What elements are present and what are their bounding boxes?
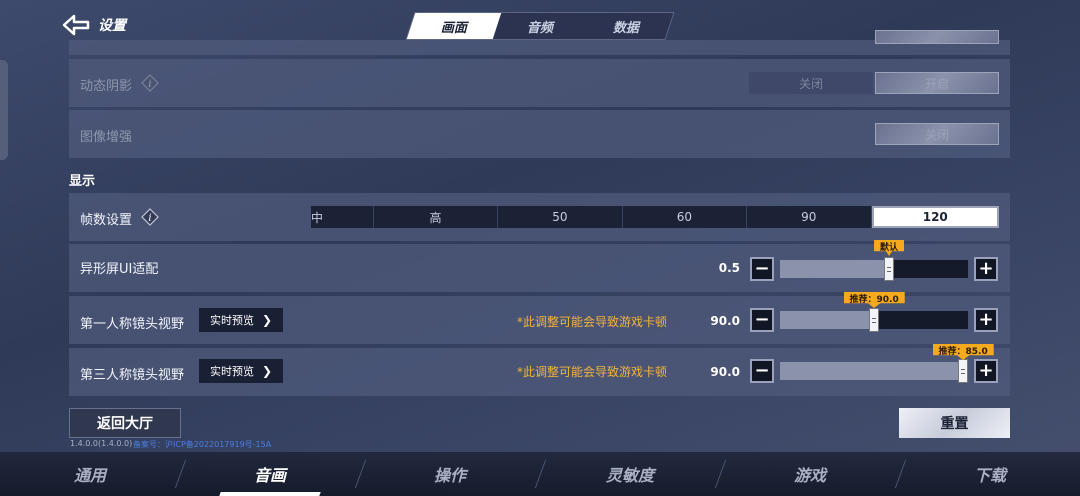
fps-option[interactable]: 高 bbox=[374, 206, 499, 228]
row-label: 第三人称镜头视野 bbox=[80, 368, 185, 383]
row-label: 动态阴影 bbox=[80, 79, 133, 94]
tab-audio[interactable]: 音频 bbox=[493, 13, 587, 39]
preview-label: 实时预览 bbox=[209, 314, 254, 327]
increase-button[interactable]: + bbox=[974, 257, 998, 281]
row-tpp-fov: 第三人称镜头视野 实时预览 ❯ *此调整可能会导致游戏卡顿 90.0 − 推荐：… bbox=[69, 344, 1010, 396]
live-preview-button[interactable]: 实时预览 ❯ bbox=[199, 308, 283, 332]
slider-value: 90.0 bbox=[710, 314, 740, 328]
back-label: 设置 bbox=[98, 18, 126, 34]
preview-label: 实时预览 bbox=[209, 365, 254, 378]
toggle-option[interactable]: 关闭 bbox=[875, 123, 999, 145]
toggle-off-option[interactable]: 关闭 bbox=[749, 72, 873, 94]
nav-controls[interactable]: 操作 bbox=[360, 452, 540, 496]
slider-track[interactable] bbox=[780, 359, 968, 383]
version-text: 1.4.0.0(1.4.0.0) bbox=[70, 439, 133, 448]
chevron-right-icon: ❯ bbox=[261, 364, 273, 378]
recommended-tag: 推荐：90.0 bbox=[843, 292, 905, 308]
tab-label: 音频 bbox=[526, 20, 553, 36]
slider-handle[interactable] bbox=[884, 257, 895, 281]
side-handle[interactable] bbox=[0, 60, 8, 160]
icp-link[interactable]: 备案号：沪ICP备2022017919号-15A bbox=[133, 439, 271, 450]
live-preview-button[interactable]: 实时预览 ❯ bbox=[199, 359, 283, 383]
cut-off-toggle[interactable] bbox=[875, 30, 999, 44]
fps-option[interactable]: 90 bbox=[747, 206, 872, 228]
increase-button[interactable]: + bbox=[974, 359, 998, 383]
row-dynamic-shadow: 动态阴影 i 关闭 开启 bbox=[69, 59, 1010, 107]
info-icon[interactable]: i bbox=[141, 74, 159, 92]
decrease-button[interactable]: − bbox=[750, 257, 774, 281]
tab-label: 数据 bbox=[612, 20, 639, 36]
reset-button[interactable]: 重置 bbox=[899, 408, 1010, 438]
decrease-button[interactable]: − bbox=[750, 308, 774, 332]
svg-text:i: i bbox=[148, 213, 151, 224]
row-label: 帧数设置 bbox=[80, 213, 133, 228]
cut-off-row bbox=[69, 30, 1010, 55]
slider-handle[interactable] bbox=[958, 359, 968, 383]
bottom-nav: 通用 音画 操作 灵敏度 游戏 下载 bbox=[0, 452, 1080, 496]
fps-option[interactable]: 60 bbox=[623, 206, 748, 228]
fps-option[interactable]: 中 bbox=[311, 206, 374, 228]
back-arrow-icon bbox=[62, 14, 90, 36]
fps-option[interactable]: 50 bbox=[498, 206, 623, 228]
slider-fill bbox=[780, 260, 890, 278]
decrease-button[interactable]: − bbox=[750, 359, 774, 383]
warning-text: *此调整可能会导致游戏卡顿 bbox=[517, 315, 668, 329]
slider-track[interactable] bbox=[780, 308, 968, 332]
nav-audio-video[interactable]: 音画 bbox=[180, 452, 360, 496]
row-fpp-fov: 第一人称镜头视野 实时预览 ❯ *此调整可能会导致游戏卡顿 90.0 − 推荐：… bbox=[69, 292, 1010, 344]
row-label: 第一人称镜头视野 bbox=[80, 317, 185, 332]
row-image-enhance: 图像增强 关闭 bbox=[69, 110, 1010, 158]
back-button[interactable]: 设置 bbox=[62, 14, 126, 36]
slider-handle[interactable] bbox=[869, 308, 879, 332]
tab-data[interactable]: 数据 bbox=[579, 13, 673, 39]
row-label: 异形屏UI适配 bbox=[80, 262, 159, 277]
nav-download[interactable]: 下载 bbox=[900, 452, 1080, 496]
nav-game[interactable]: 游戏 bbox=[720, 452, 900, 496]
warning-text: *此调整可能会导致游戏卡顿 bbox=[517, 365, 668, 379]
svg-text:i: i bbox=[148, 79, 151, 90]
increase-button[interactable]: + bbox=[974, 308, 998, 332]
fps-option-selected[interactable]: 120 bbox=[871, 206, 999, 228]
recommended-tag: 推荐：85.0 bbox=[932, 344, 994, 360]
back-to-lobby-button[interactable]: 返回大厅 bbox=[69, 408, 181, 438]
top-tabs: 画面 音频 数据 bbox=[405, 12, 675, 40]
nav-sensitivity[interactable]: 灵敏度 bbox=[540, 452, 720, 496]
section-title-display: 显示 bbox=[69, 174, 96, 189]
slider-value: 90.0 bbox=[710, 365, 740, 379]
chevron-right-icon: ❯ bbox=[261, 313, 273, 327]
row-notch-ui: 异形屏UI适配 0.5 − 默认 + bbox=[69, 240, 1010, 292]
tab-graphics[interactable]: 画面 bbox=[406, 13, 502, 39]
info-icon[interactable]: i bbox=[141, 208, 159, 226]
slider-value: 0.5 bbox=[718, 261, 740, 275]
default-tag: 默认 bbox=[874, 240, 905, 256]
slider-track[interactable] bbox=[780, 257, 968, 281]
tab-label: 画面 bbox=[440, 20, 467, 36]
nav-general[interactable]: 通用 bbox=[0, 452, 180, 496]
row-label: 图像增强 bbox=[80, 130, 133, 145]
slider-fill bbox=[780, 311, 874, 329]
toggle-on-option[interactable]: 开启 bbox=[875, 72, 999, 94]
slider-fill bbox=[780, 362, 963, 380]
fps-selector: 中 高 50 60 90 120 bbox=[311, 206, 999, 228]
